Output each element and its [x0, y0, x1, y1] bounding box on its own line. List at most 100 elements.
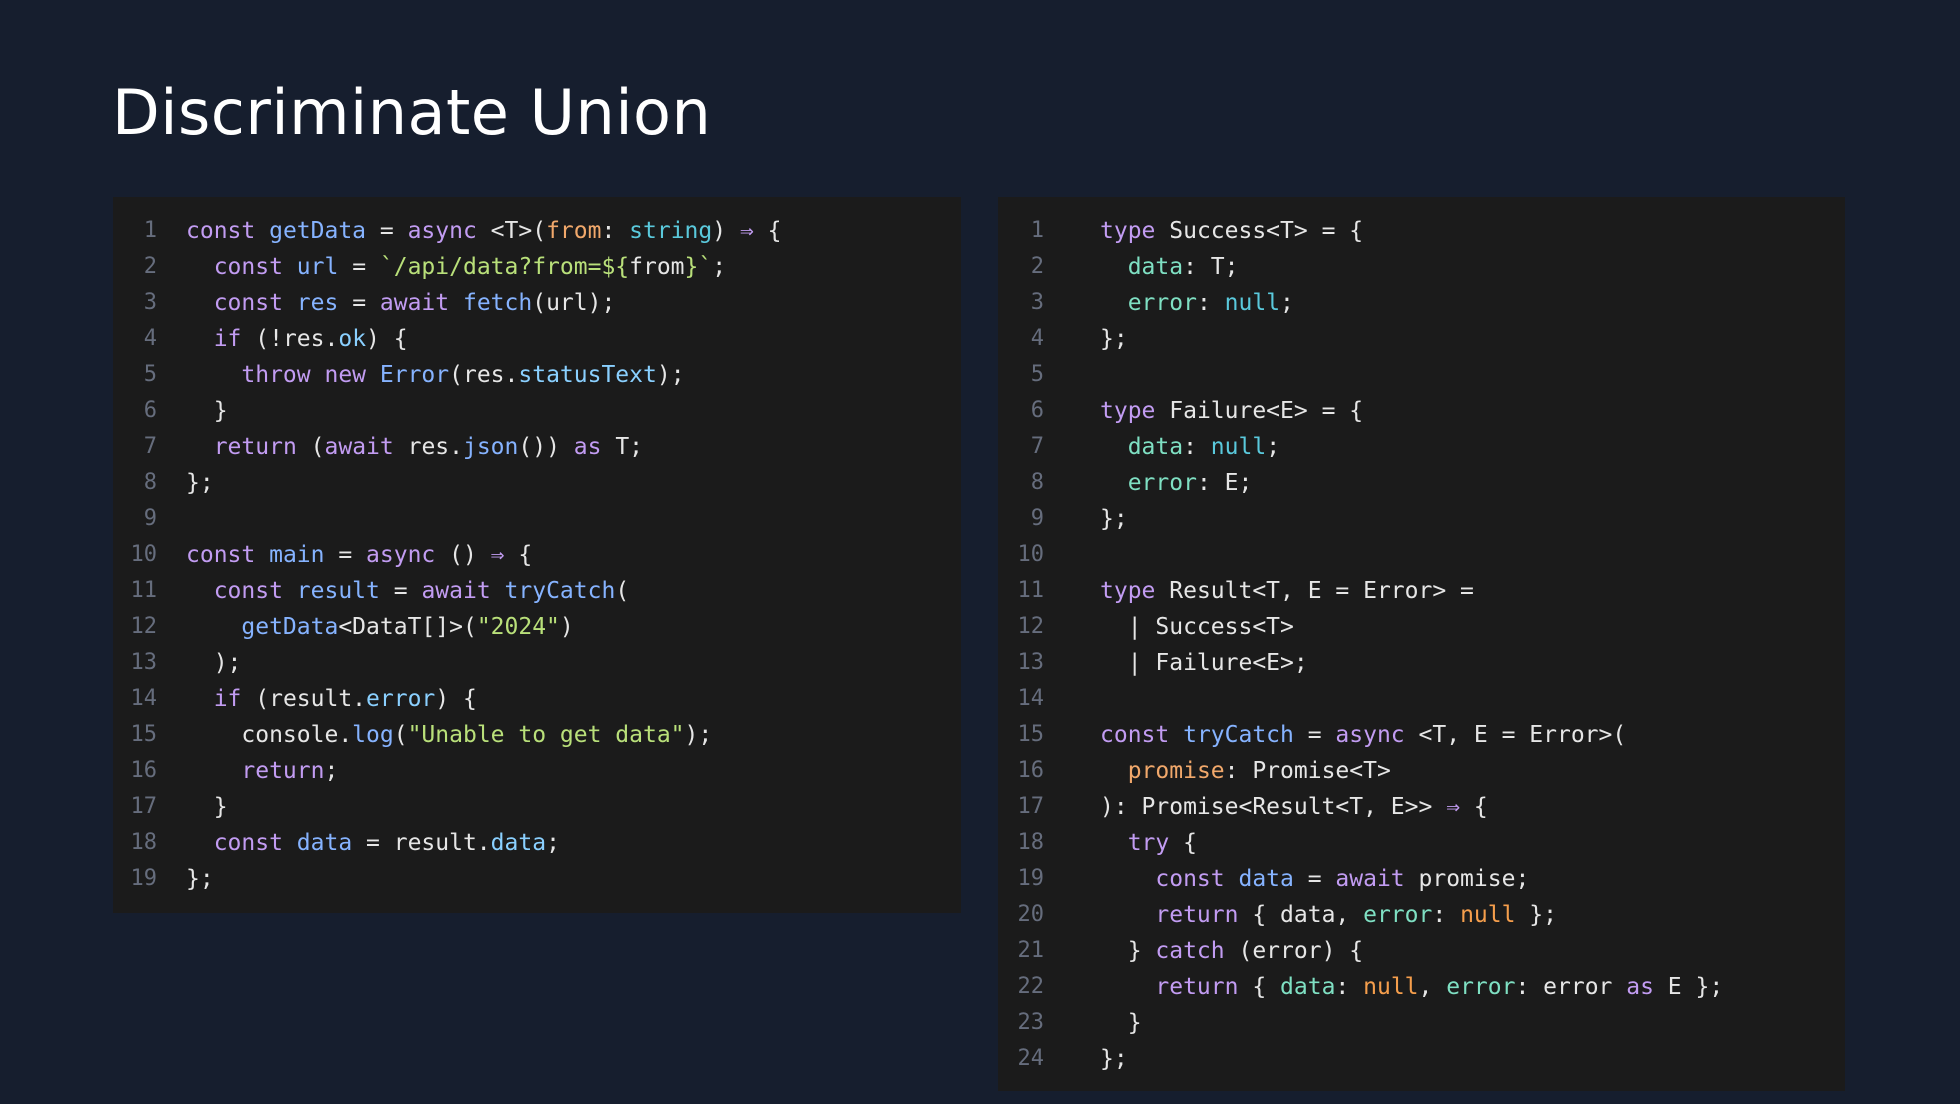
- code-token: (: [310, 434, 325, 460]
- code-text: } catch (error) {: [1044, 933, 1845, 969]
- code-token: };: [186, 866, 214, 892]
- code-token: {: [1183, 830, 1197, 856]
- code-token: {: [504, 542, 533, 568]
- line-number: 1: [143, 218, 157, 243]
- code-token: return: [213, 434, 311, 460]
- code-token: getData: [241, 614, 339, 640]
- line-number: 4: [143, 326, 157, 351]
- line-number: 16: [130, 758, 158, 783]
- code-token: Error: [379, 362, 450, 388]
- code-text: const data = result.data;: [157, 825, 961, 861]
- code-token: data: [490, 830, 547, 856]
- code-token: Result<T, E = Error> =: [1169, 578, 1474, 604]
- code-token: ;: [1280, 290, 1294, 316]
- code-line: 2 const url = `/api/data?from=${from}`;: [113, 249, 961, 285]
- code-line: 8 error: E;: [998, 465, 1845, 501]
- line-number: 8: [1030, 470, 1044, 495]
- code-line: 16 promise: Promise<T>: [998, 753, 1845, 789]
- code-line: 11 const result = await tryCatch(: [113, 573, 961, 609]
- code-token: const: [186, 218, 270, 244]
- code-line: 23 }: [998, 1005, 1845, 1041]
- code-line: 13 );: [113, 645, 961, 681]
- code-text: try {: [1044, 825, 1845, 861]
- code-token: error: [1446, 974, 1516, 1000]
- code-line: 15 const tryCatch = async <T, E = Error>(: [998, 717, 1845, 753]
- code-token: await: [379, 290, 463, 316]
- line-number: 23: [1017, 1010, 1045, 1035]
- code-line: 17 }: [113, 789, 961, 825]
- code-token: ) {: [366, 326, 408, 352]
- code-token: tryCatch: [1183, 722, 1294, 748]
- code-token: const: [213, 578, 297, 604]
- code-text: if (result.error) {: [157, 681, 961, 717]
- code-text: return { data: null, error: error as E }…: [1044, 969, 1845, 1005]
- code-token: promise;: [1418, 866, 1530, 892]
- code-token: (): [449, 542, 491, 568]
- line-number: 11: [1017, 578, 1045, 603]
- code-token: const: [1100, 722, 1184, 748]
- code-line: 12 | Success<T>: [998, 609, 1845, 645]
- code-token: =: [379, 578, 422, 604]
- line-number: 17: [1017, 794, 1045, 819]
- line-number: 8: [143, 470, 157, 495]
- code-line: 3 const res = await fetch(url);: [113, 285, 961, 321]
- line-number: 19: [130, 866, 158, 891]
- code-line: 5: [998, 357, 1845, 393]
- code-token: }: [186, 398, 228, 424]
- line-number: 18: [130, 830, 158, 855]
- line-number: 6: [143, 398, 157, 423]
- code-token: { data,: [1252, 902, 1364, 928]
- code-text: );: [157, 645, 961, 681]
- code-token: T;: [615, 434, 644, 460]
- code-token: null: [1224, 290, 1281, 316]
- code-token: <DataT[]>(: [338, 614, 477, 640]
- line-number: 5: [143, 362, 157, 387]
- code-line: 7 data: null;: [998, 429, 1845, 465]
- code-text: return (await res.json()) as T;: [157, 429, 961, 465]
- code-text: | Success<T>: [1044, 609, 1845, 645]
- code-token: from: [629, 254, 685, 280]
- code-line: 21 } catch (error) {: [998, 933, 1845, 969]
- code-line: 11 type Result<T, E = Error> =: [998, 573, 1845, 609]
- code-token: ) {: [435, 686, 477, 712]
- code-token: console.: [186, 722, 353, 748]
- code-token: if: [213, 326, 256, 352]
- code-token: "Unable to get data": [407, 722, 685, 748]
- line-number: 1: [1030, 218, 1044, 243]
- code-token: =: [338, 290, 380, 316]
- line-number: 7: [1030, 434, 1044, 459]
- code-text: const url = `/api/data?from=${from}`;: [157, 249, 961, 285]
- code-text: };: [1044, 501, 1845, 537]
- code-text: error: null;: [1044, 285, 1845, 321]
- code-token: :: [1432, 902, 1461, 928]
- code-panel-left: 1 const getData = async <T>(from: string)…: [113, 197, 961, 913]
- code-token: (: [615, 578, 630, 604]
- code-line: 9: [113, 501, 961, 537]
- code-token: null: [1363, 974, 1419, 1000]
- code-line: 14: [998, 681, 1845, 717]
- code-token: data: [296, 830, 353, 856]
- code-text: }: [157, 393, 961, 429]
- code-token: ok: [338, 326, 367, 352]
- code-token: ;: [324, 758, 339, 784]
- code-token: | Failure<E>;: [1100, 650, 1308, 676]
- code-line: 1 const getData = async <T>(from: string)…: [113, 213, 961, 249]
- code-token: {: [753, 218, 782, 244]
- line-number: 17: [130, 794, 158, 819]
- code-token: res: [296, 290, 339, 316]
- code-token: `/api/data?from=${: [379, 254, 630, 280]
- line-number: 13: [1017, 650, 1045, 675]
- code-token: as: [1626, 974, 1668, 1000]
- code-token: type: [1100, 218, 1170, 244]
- code-token: data: [1127, 434, 1184, 460]
- code-token: return: [241, 758, 325, 784]
- code-token: async: [407, 218, 491, 244]
- code-token: =: [338, 254, 380, 280]
- line-number: 16: [1017, 758, 1045, 783]
- code-text: console.log("Unable to get data");: [157, 717, 961, 753]
